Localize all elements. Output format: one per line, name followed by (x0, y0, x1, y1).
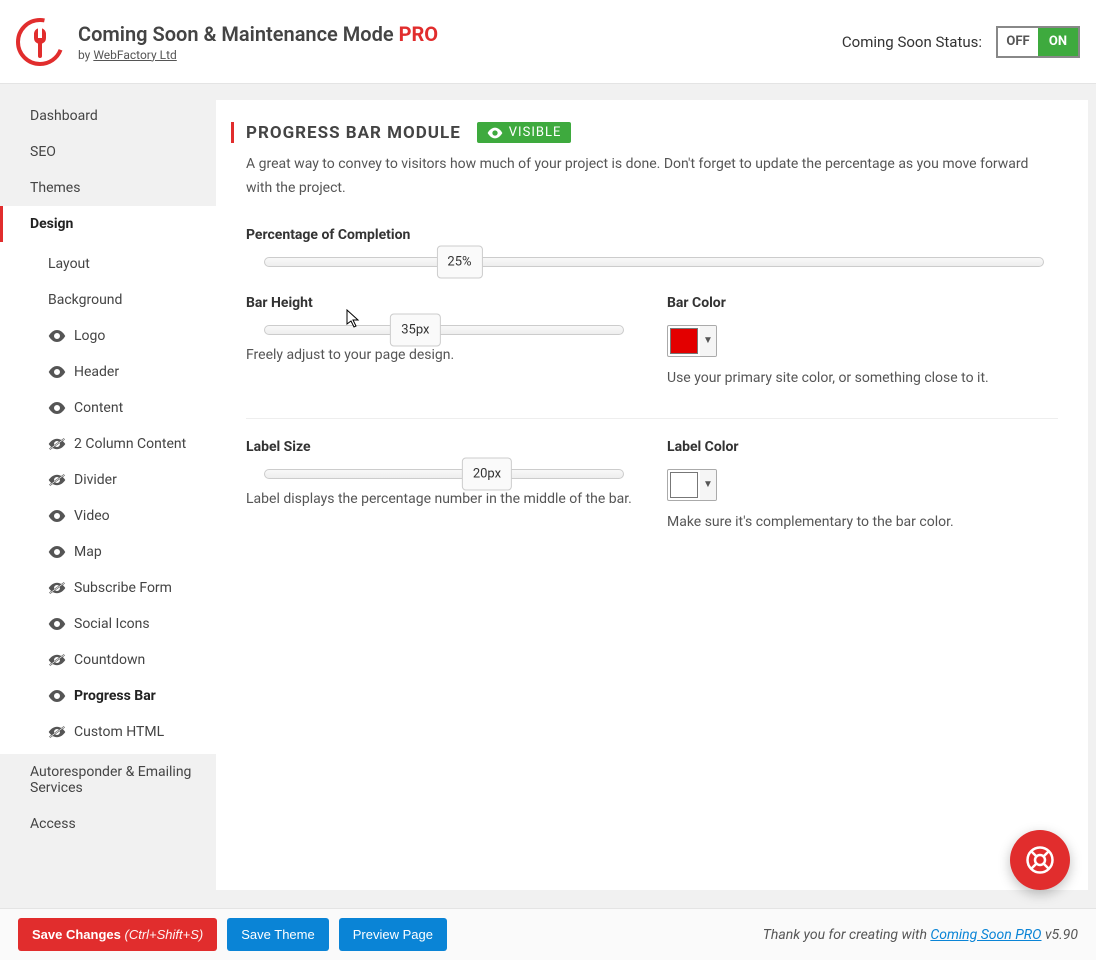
nav-item-dashboard[interactable]: Dashboard (0, 98, 216, 134)
eye-icon (48, 617, 66, 631)
subnav-label: Content (74, 400, 123, 416)
sidebar: DashboardSEOThemesDesign LayoutBackground… (0, 84, 216, 908)
label-size-help: Label displays the percentage number in … (246, 491, 637, 507)
bar-height-handle[interactable]: 35px (390, 313, 440, 346)
eye-off-icon (48, 725, 66, 739)
module-description: A great way to convey to visitors how mu… (246, 153, 1046, 201)
percentage-slider[interactable]: 25% (264, 257, 1044, 267)
app-byline: by WebFactory Ltd (78, 48, 438, 62)
subnav-item-subscribe-form[interactable]: Subscribe Form (0, 570, 216, 606)
eye-icon (48, 329, 66, 343)
label-color-label: Label Color (667, 439, 1058, 455)
lifebuoy-icon (1025, 845, 1055, 875)
eye-icon (48, 689, 66, 703)
eye-off-icon (48, 437, 66, 451)
save-changes-button[interactable]: Save Changes (Ctrl+Shift+S) (18, 918, 217, 951)
eye-icon (48, 545, 66, 559)
bar-height-label: Bar Height (246, 295, 637, 311)
chevron-down-icon: ▼ (700, 470, 716, 500)
bar-color-help: Use your primary site color, or somethin… (667, 370, 1058, 386)
subnav-label: Countdown (74, 652, 145, 668)
subnav-item-layout[interactable]: Layout (0, 246, 216, 282)
bar-height-help: Freely adjust to your page design. (246, 347, 637, 363)
product-link[interactable]: Coming Soon PRO (930, 927, 1041, 943)
label-color-swatch (670, 472, 698, 498)
subnav-label: Map (74, 544, 102, 560)
subnav-item-custom-html[interactable]: Custom HTML (0, 714, 216, 750)
subnav-item-video[interactable]: Video (0, 498, 216, 534)
subnav-item-progress-bar[interactable]: Progress Bar (0, 678, 216, 714)
toggle-off[interactable]: OFF (998, 28, 1038, 56)
save-theme-button[interactable]: Save Theme (227, 918, 328, 951)
eye-off-icon (48, 473, 66, 487)
subnav-label: Custom HTML (74, 724, 164, 740)
subnav-item-background[interactable]: Background (0, 282, 216, 318)
subnav-item-logo[interactable]: Logo (0, 318, 216, 354)
label-color-help: Make sure it's complementary to the bar … (667, 514, 1058, 530)
nav-item-seo[interactable]: SEO (0, 134, 216, 170)
subnav-label: Logo (74, 328, 105, 344)
status-toggle[interactable]: OFF ON (996, 26, 1080, 58)
subnav-label: 2 Column Content (74, 436, 186, 452)
subnav-item-countdown[interactable]: Countdown (0, 642, 216, 678)
settings-panel: PROGRESS BAR MODULE VISIBLE A great way … (216, 100, 1088, 890)
label-size-slider[interactable]: 20px (264, 469, 624, 479)
bar-color-picker[interactable]: ▼ (667, 325, 717, 357)
eye-icon (48, 365, 66, 379)
toggle-on[interactable]: ON (1038, 28, 1078, 56)
subnav-label: Social Icons (74, 616, 150, 632)
nav-item-autoresponder-emailing-services[interactable]: Autoresponder & Emailing Services (0, 754, 216, 806)
help-fab[interactable] (1010, 830, 1070, 890)
label-color-picker[interactable]: ▼ (667, 469, 717, 501)
subnav-label: Subscribe Form (74, 580, 172, 596)
subnav-label: Video (74, 508, 110, 524)
eye-off-icon (48, 653, 66, 667)
subnav-label: Divider (74, 472, 117, 488)
brand: Coming Soon & Maintenance Mode PRO by We… (16, 18, 438, 66)
percentage-handle[interactable]: 25% (436, 245, 482, 278)
preview-page-button[interactable]: Preview Page (339, 918, 447, 951)
subnav-item-header[interactable]: Header (0, 354, 216, 390)
subnav-item-content[interactable]: Content (0, 390, 216, 426)
nav-item-design[interactable]: Design (0, 206, 216, 242)
eye-icon (487, 127, 503, 139)
subnav-item-map[interactable]: Map (0, 534, 216, 570)
subnav-label: Header (74, 364, 119, 380)
subnav-item-social-icons[interactable]: Social Icons (0, 606, 216, 642)
eye-icon (48, 509, 66, 523)
footer-bar: Save Changes (Ctrl+Shift+S) Save Theme P… (0, 908, 1096, 960)
module-title: PROGRESS BAR MODULE (246, 123, 461, 143)
visibility-badge[interactable]: VISIBLE (477, 122, 572, 143)
bar-color-label: Bar Color (667, 295, 1058, 311)
status-label: Coming Soon Status: (842, 33, 982, 51)
footer-credits: Thank you for creating with Coming Soon … (763, 927, 1078, 943)
nav-item-themes[interactable]: Themes (0, 170, 216, 206)
app-title: Coming Soon & Maintenance Mode PRO (78, 22, 438, 46)
label-size-handle[interactable]: 20px (462, 457, 512, 490)
subnav-item-divider[interactable]: Divider (0, 462, 216, 498)
app-logo (16, 18, 64, 66)
label-size-label: Label Size (246, 439, 637, 455)
subnav-item-2-column-content[interactable]: 2 Column Content (0, 426, 216, 462)
eye-icon (48, 401, 66, 415)
bar-color-swatch (670, 328, 698, 354)
vendor-link[interactable]: WebFactory Ltd (93, 48, 176, 62)
nav-item-access[interactable]: Access (0, 806, 216, 842)
app-header: Coming Soon & Maintenance Mode PRO by We… (0, 0, 1096, 84)
subnav-label: Progress Bar (74, 688, 156, 704)
bar-height-slider[interactable]: 35px (264, 325, 624, 335)
chevron-down-icon: ▼ (700, 326, 716, 356)
eye-off-icon (48, 581, 66, 595)
percentage-label: Percentage of Completion (246, 227, 1058, 243)
